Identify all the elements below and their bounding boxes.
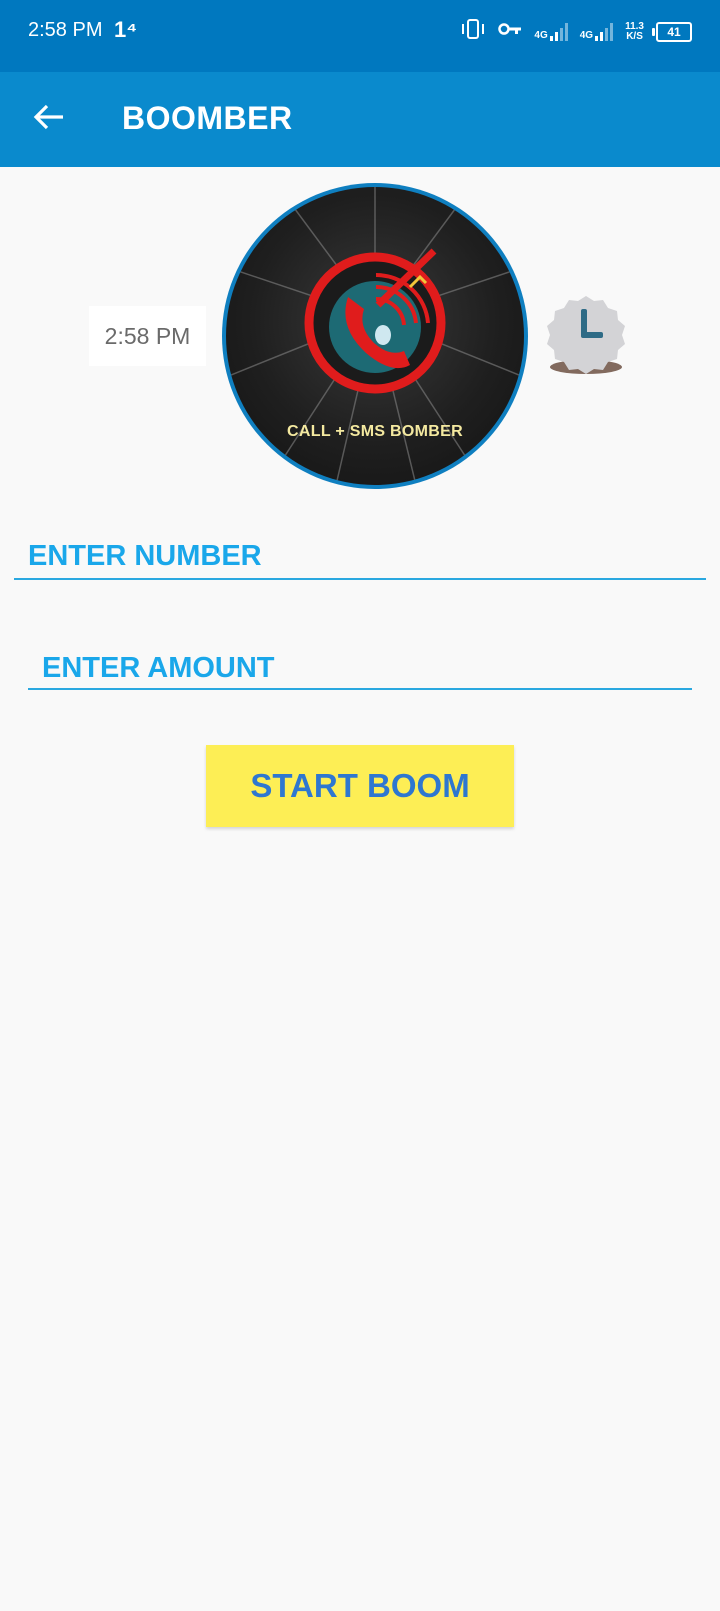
arrow-left-icon (33, 103, 65, 136)
number-placeholder: ENTER NUMBER (28, 540, 262, 572)
status-icons: 4G 4G 11.3 K/S 41 (460, 18, 692, 45)
vibrate-icon (460, 18, 486, 45)
vpn-key-icon (498, 21, 522, 42)
number-input[interactable]: ENTER NUMBER (14, 536, 706, 580)
status-time: 2:58 PM (28, 19, 103, 41)
clock-icon[interactable] (543, 293, 630, 380)
signal-icon-sim1: 4G (534, 22, 568, 41)
status-bar: 2:58 PM 1⁴ 4G 4G 11.3 K/S 41 (0, 0, 720, 72)
status-notification: 1⁴ (114, 17, 138, 42)
back-button[interactable] (28, 98, 70, 140)
logo-image: CALL + SMS BOMBER (226, 187, 524, 485)
signal-icon-sim2: 4G (580, 22, 614, 41)
timestamp-chip: 2:58 PM (89, 306, 206, 366)
amount-input[interactable]: ENTER AMOUNT (28, 648, 692, 690)
amount-placeholder: ENTER AMOUNT (42, 652, 275, 684)
network-speed: 11.3 K/S (625, 20, 644, 42)
start-boom-button[interactable]: START BOOM (206, 745, 514, 827)
app-logo: CALL + SMS BOMBER (222, 183, 528, 489)
app-bar: BOOMBER (0, 72, 720, 167)
battery-icon: 41 (652, 21, 692, 42)
app-title: BOOMBER (122, 100, 293, 136)
logo-caption: CALL + SMS BOMBER (287, 423, 463, 440)
